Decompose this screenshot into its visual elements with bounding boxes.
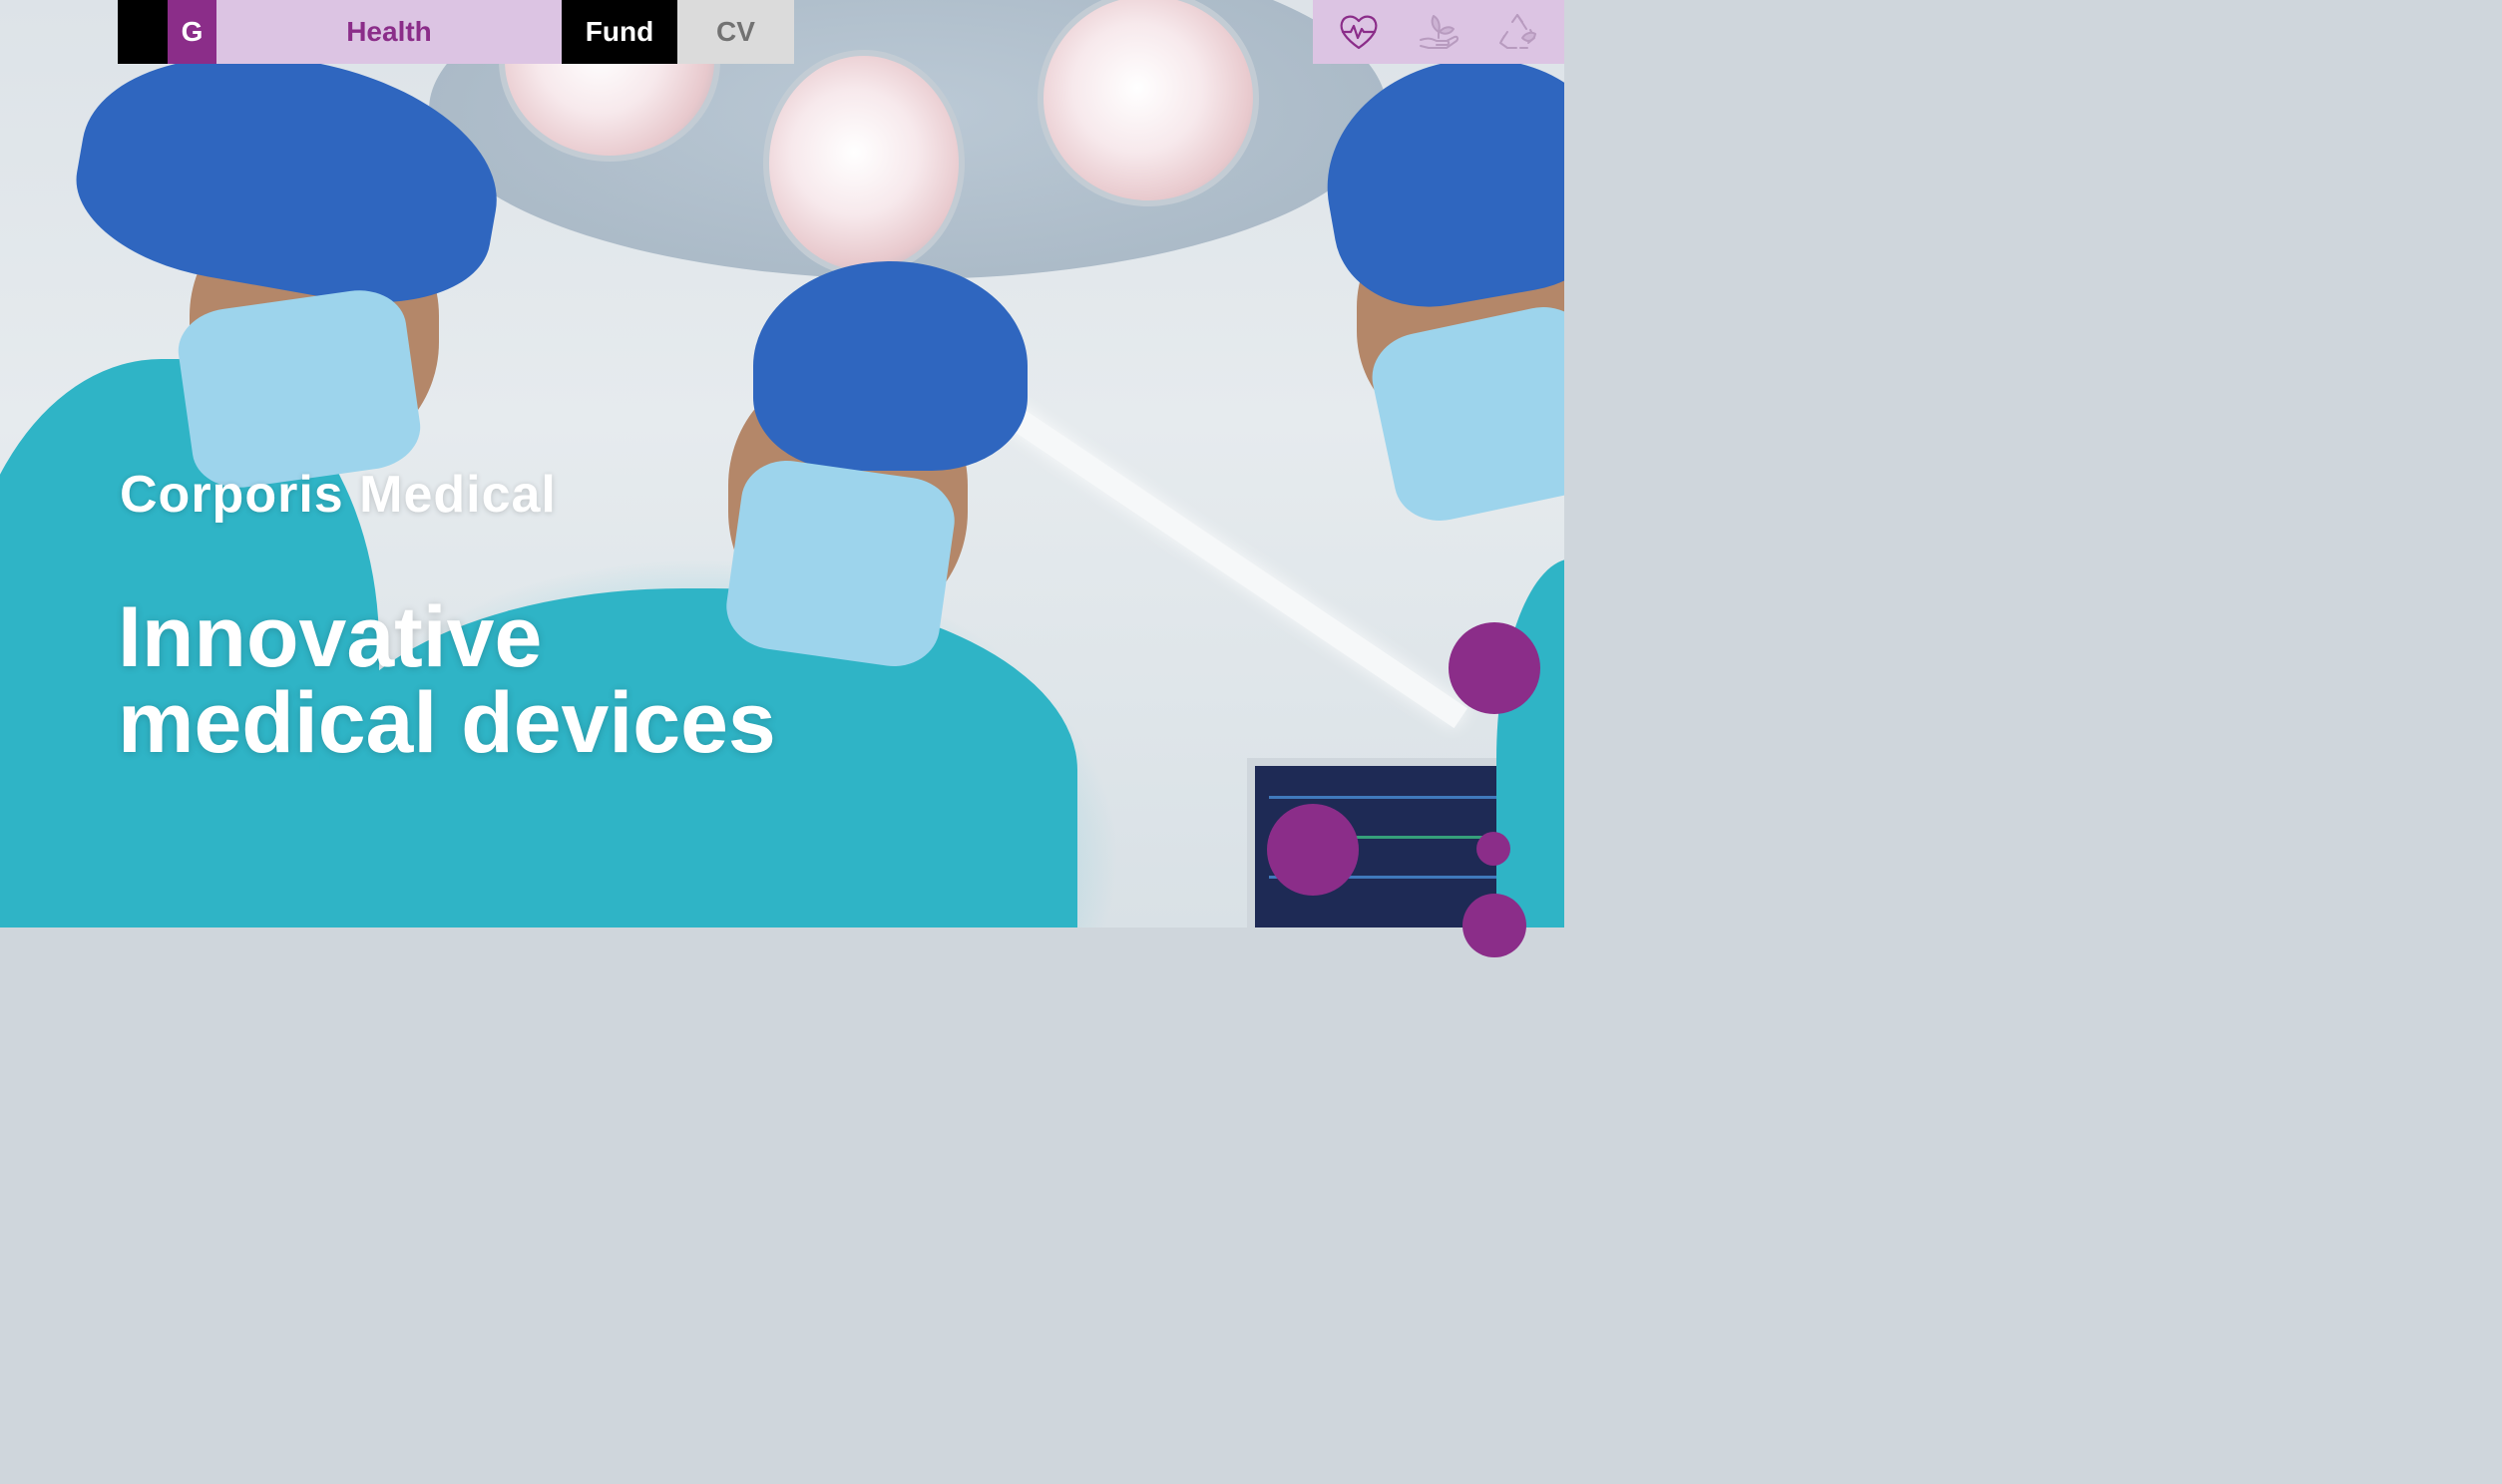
nav-fund-link[interactable]: Fund [562, 0, 677, 64]
decorative-dot [1476, 832, 1510, 866]
category-icon-bar [1313, 0, 1564, 64]
nav-cv-link[interactable]: CV [677, 0, 794, 64]
decorative-dot [1462, 894, 1526, 957]
hero-headline: Innovative medical devices [118, 594, 776, 766]
hero-photo [0, 0, 1564, 928]
nav-health-link[interactable]: Health [216, 0, 562, 64]
surgical-lamp [763, 50, 965, 276]
top-nav: G Health Fund CV [118, 0, 794, 64]
surgical-lamp [1038, 0, 1259, 206]
headline-line-1: Innovative [118, 589, 543, 685]
recycle-leaf-icon[interactable] [1496, 10, 1540, 54]
nav-g-link[interactable]: G [168, 0, 216, 64]
headline-line-2: medical devices [118, 675, 776, 771]
plant-hand-icon[interactable] [1417, 10, 1460, 54]
decorative-dot [1449, 622, 1540, 714]
nav-black-block [118, 0, 168, 64]
heart-pulse-icon[interactable] [1337, 10, 1381, 54]
company-name: Corporis Medical [120, 466, 557, 524]
decorative-dot [1267, 804, 1359, 896]
